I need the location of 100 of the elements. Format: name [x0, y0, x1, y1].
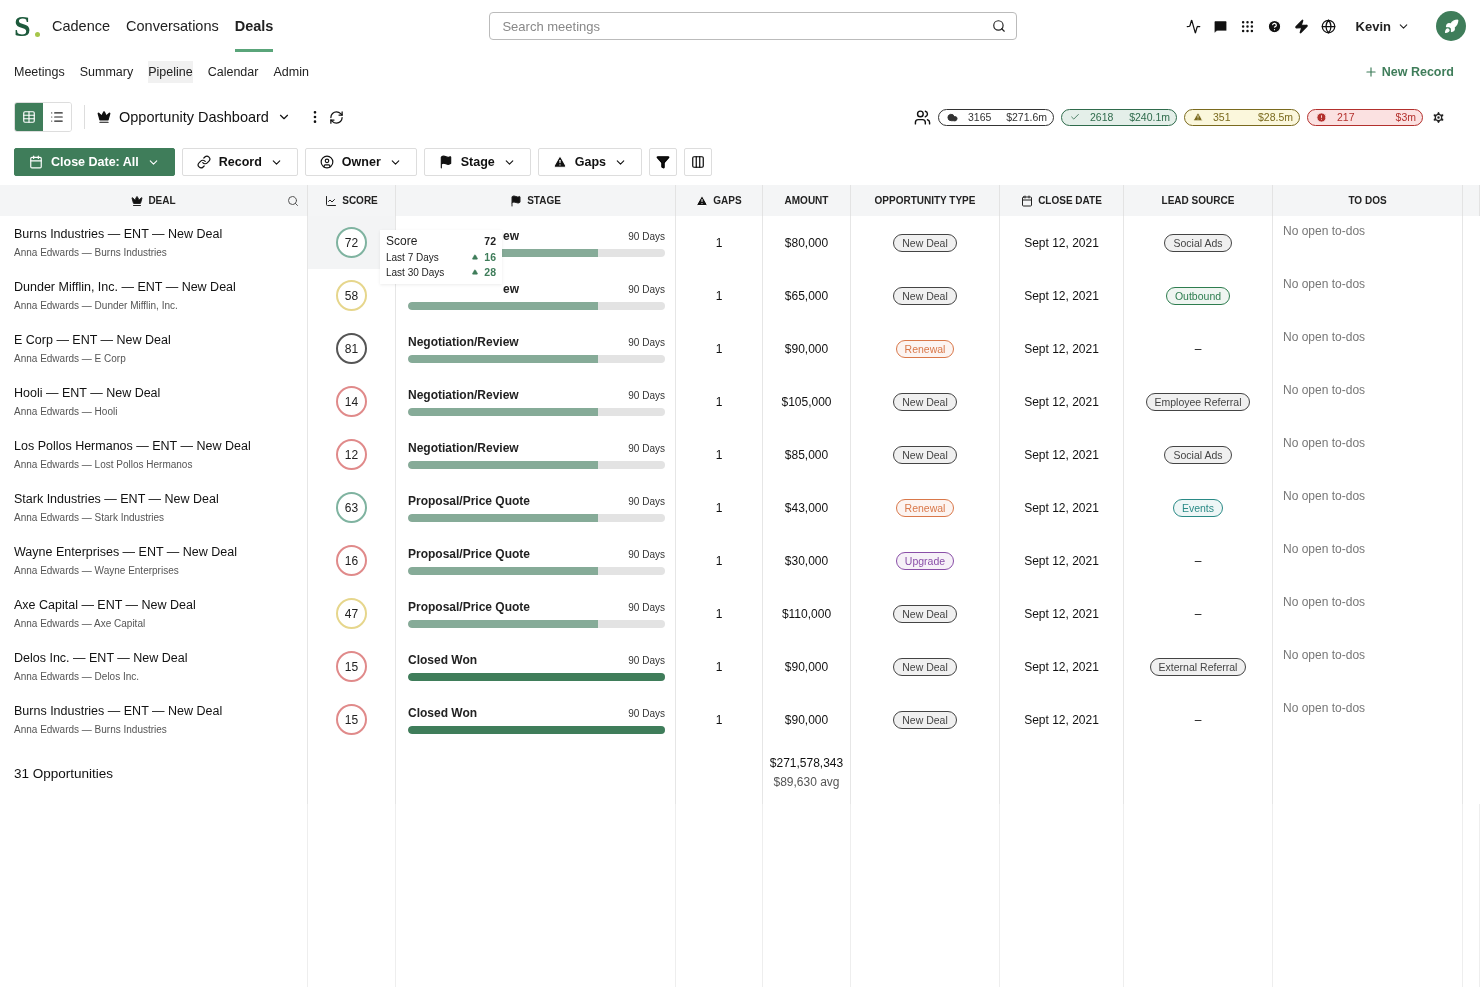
dashboard-selector[interactable]: Opportunity Dashboard	[97, 109, 297, 125]
deal-title[interactable]: Hooli — ENT — New Deal	[14, 386, 161, 400]
stat-amount: $271.6m	[1006, 111, 1047, 123]
score-ring[interactable]: 12	[336, 439, 367, 470]
stage-days: 90 Days	[628, 654, 665, 666]
logo[interactable]: S	[14, 9, 40, 43]
score-ring[interactable]: 81	[336, 333, 367, 364]
filter-dropdown[interactable]: Close Date: All	[14, 148, 175, 176]
user-menu[interactable]: Kevin	[1355, 18, 1410, 34]
team-icon[interactable]	[914, 108, 931, 126]
filter-dropdown[interactable]: Record	[181, 148, 298, 176]
score-ring[interactable]: 63	[336, 492, 367, 523]
type-tag: Upgrade	[895, 551, 955, 570]
columns-icon	[691, 155, 706, 169]
amount: $90,000	[784, 659, 829, 674]
refresh-icon[interactable]	[328, 109, 344, 125]
lead-source-tag: Social Ads	[1164, 445, 1232, 464]
search-icon[interactable]	[992, 19, 1007, 33]
globe-icon[interactable]	[1320, 18, 1336, 34]
subnav-link[interactable]: Calendar	[207, 61, 259, 83]
column-header[interactable]: LEAD SOURCE	[1124, 185, 1273, 216]
nav-tab[interactable]: Deals	[234, 0, 274, 52]
type-tag: Renewal	[895, 498, 955, 517]
score-ring[interactable]: 58	[336, 280, 367, 311]
deal-title[interactable]: E Corp — ENT — New Deal	[14, 333, 171, 347]
columns-button[interactable]	[684, 148, 713, 176]
message-icon[interactable]	[1212, 18, 1228, 34]
tooltip-value: 72	[484, 235, 496, 247]
rocket-avatar[interactable]	[1436, 11, 1466, 41]
apps-grid-icon[interactable]	[1239, 18, 1255, 34]
column-header[interactable]: OPPORTUNITY TYPE	[851, 185, 1000, 216]
column-header[interactable]: TO DOS	[1273, 185, 1463, 216]
column-header[interactable]: DEAL	[0, 185, 308, 216]
lead-source: –	[1194, 341, 1202, 356]
help-icon[interactable]	[1266, 18, 1282, 34]
deal-title[interactable]: Delos Inc. — ENT — New Deal	[14, 651, 188, 665]
filter-dropdown[interactable]: Owner	[304, 148, 417, 176]
stat-count: 3165	[968, 111, 993, 123]
gaps-count: 1	[715, 500, 723, 515]
score-ring[interactable]: 72	[336, 227, 367, 258]
subnav-link[interactable]: Summary	[79, 61, 134, 83]
lightning-icon[interactable]	[1293, 18, 1309, 34]
up-triangle-icon	[472, 269, 479, 275]
deal-title[interactable]: Los Pollos Hermanos — ENT — New Deal	[14, 439, 251, 453]
filter-dropdown[interactable]: Gaps	[537, 148, 643, 176]
deal-title[interactable]: Stark Industries — ENT — New Deal	[14, 492, 219, 506]
crown-icon	[97, 110, 111, 124]
column-header[interactable]: GAPS	[676, 185, 763, 216]
column-header[interactable]: AMOUNT	[763, 185, 851, 216]
score-ring[interactable]: 14	[336, 386, 367, 417]
score-ring[interactable]: 15	[336, 651, 367, 682]
deal-owner: Anna Edwards — Burns Industries	[14, 724, 167, 735]
todo-text: No open to-dos	[1283, 383, 1366, 397]
nav-tab[interactable]: Conversations	[126, 0, 219, 52]
grid-view-button[interactable]	[15, 103, 43, 131]
stat-amount: $240.1m	[1129, 111, 1170, 123]
amount: $30,000	[784, 553, 829, 568]
stage-days: 90 Days	[628, 707, 665, 719]
deal-title[interactable]: Burns Industries — ENT — New Deal	[14, 227, 223, 241]
score-ring[interactable]: 15	[336, 704, 367, 735]
column-header[interactable]: CLOSE DATE	[1000, 185, 1124, 216]
subnav-link[interactable]: Pipeline	[148, 61, 193, 83]
todo-text: No open to-dos	[1283, 330, 1366, 344]
stat-pill[interactable]: 3165 $271.6m	[938, 108, 1054, 126]
gaps-count: 1	[715, 712, 723, 727]
stage-name: ew	[503, 281, 519, 296]
type-tag: New Deal	[893, 604, 957, 623]
stat-pill[interactable]: 217 $3m	[1307, 108, 1423, 126]
new-record-button[interactable]: New Record	[1363, 65, 1454, 79]
close-date: Sept 12, 2021	[1024, 500, 1099, 515]
amount: $80,000	[784, 235, 829, 250]
filter-button[interactable]	[649, 148, 678, 176]
filter-dropdown[interactable]: Stage	[423, 148, 531, 176]
stat-pill[interactable]: 2618 $240.1m	[1061, 108, 1177, 126]
score-ring[interactable]: 47	[336, 598, 367, 629]
score-ring[interactable]: 16	[336, 545, 367, 576]
stat-pill[interactable]: 351 $28.5m	[1184, 108, 1300, 126]
search-field[interactable]: Search meetings	[489, 12, 1018, 40]
stat-amount: $28.5m	[1257, 111, 1293, 123]
stage-days: 90 Days	[628, 389, 665, 401]
subnav-link[interactable]: Admin	[273, 61, 309, 83]
table-icon	[22, 110, 36, 124]
deal-title[interactable]: Dunder Mifflin, Inc. — ENT — New Deal	[14, 280, 236, 294]
stage-days: 90 Days	[628, 548, 665, 560]
tooltip-delta: 16	[472, 251, 496, 263]
rocket-icon	[1443, 18, 1459, 34]
gaps-count: 1	[715, 288, 723, 303]
stage-days: 90 Days	[628, 442, 665, 454]
warning-icon	[1193, 112, 1203, 122]
column-header[interactable]: STAGE	[396, 185, 676, 216]
settings-icon[interactable]	[1431, 109, 1446, 125]
subnav-link[interactable]: Meetings	[14, 61, 65, 83]
deal-title[interactable]: Axe Capital — ENT — New Deal	[14, 598, 196, 612]
close-date: Sept 12, 2021	[1024, 235, 1099, 250]
deal-title[interactable]: Burns Industries — ENT — New Deal	[14, 704, 223, 718]
activity-icon[interactable]	[1185, 18, 1201, 34]
nav-tab[interactable]: Cadence	[52, 0, 111, 52]
deal-title[interactable]: Wayne Enterprises — ENT — New Deal	[14, 545, 237, 559]
deal-owner: Anna Edwards — Delos Inc.	[14, 671, 140, 682]
todo-text: No open to-dos	[1283, 436, 1366, 450]
